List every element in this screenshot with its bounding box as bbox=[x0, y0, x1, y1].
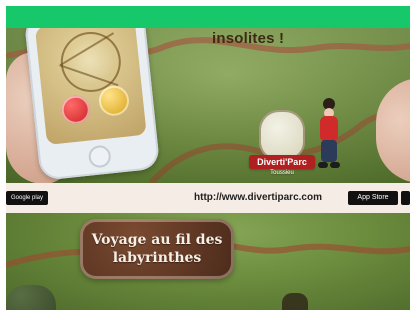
logo-emblem-icon bbox=[259, 110, 305, 160]
website-url[interactable]: http://www.divertiparc.com bbox=[194, 192, 322, 203]
sign-line-1: Voyage au fil des bbox=[91, 232, 223, 248]
phone-screen bbox=[34, 28, 147, 145]
app-store-badge[interactable]: App Store bbox=[348, 191, 398, 205]
headline-text: insolites ! bbox=[212, 30, 285, 47]
red-button-icon bbox=[60, 94, 92, 126]
logo-name: Diverti'Parc bbox=[249, 155, 315, 169]
silhouette-left bbox=[6, 285, 56, 310]
labyrinth-panel: Voyage au fil des labyrinthes bbox=[6, 213, 410, 310]
store-badge-cropped[interactable] bbox=[401, 191, 410, 205]
sign-text: Voyage au fil des labyrinthes bbox=[80, 231, 234, 267]
title-sign: Voyage au fil des labyrinthes bbox=[80, 219, 234, 279]
hero-panel: insolites ! Diverti'Parc Toussieu bbox=[6, 28, 410, 183]
mascot-shoe-left bbox=[318, 162, 328, 168]
download-strip: Google play http://www.divertiparc.com A… bbox=[6, 183, 410, 213]
mascot-pants bbox=[321, 140, 337, 162]
mascot-shoe-right bbox=[330, 162, 340, 168]
mascot-figure bbox=[316, 98, 342, 172]
sign-line-2: labyrinthes bbox=[112, 250, 202, 266]
mascot-shirt bbox=[320, 116, 338, 142]
smartphone bbox=[23, 28, 161, 181]
phone-home-button bbox=[87, 144, 112, 169]
dark-shape bbox=[282, 293, 308, 310]
google-play-badge[interactable]: Google play bbox=[6, 191, 48, 205]
top-green-bar bbox=[6, 6, 410, 28]
logo-subtitle: Toussieu bbox=[270, 170, 294, 176]
yellow-button-icon bbox=[97, 84, 131, 118]
